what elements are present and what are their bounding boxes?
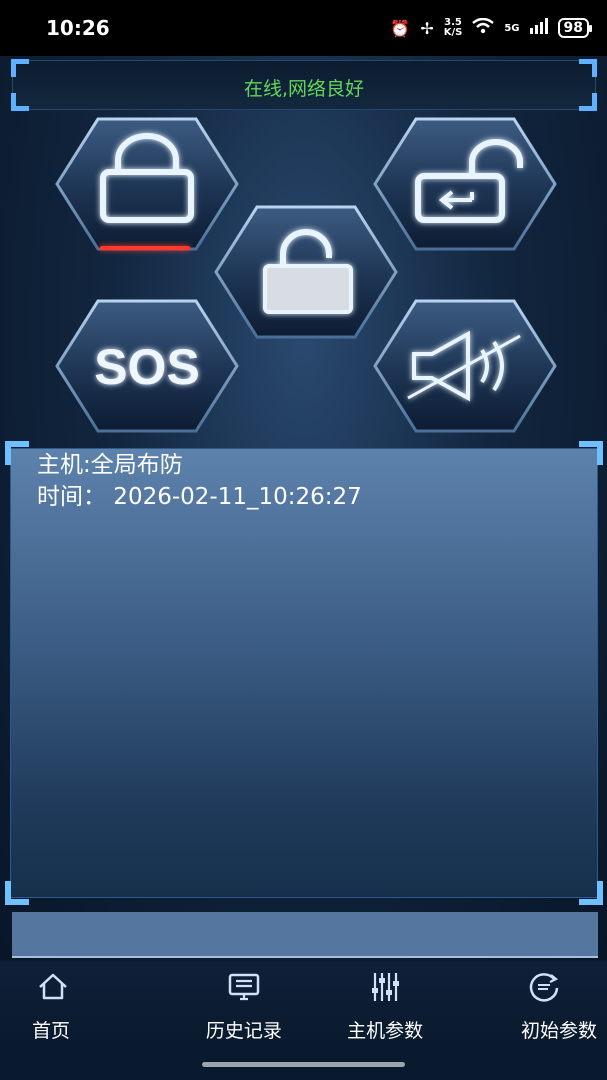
app-main: 在线,网络良好 SOS 主机:全局布防 时间： 2026-02-11_10:26…	[0, 56, 607, 960]
nav-host-params-label: 主机参数	[347, 1020, 424, 1042]
message-bar	[12, 912, 598, 958]
panel-corner	[5, 881, 29, 905]
reset-icon	[529, 973, 559, 1002]
sliders-icon	[372, 973, 400, 1001]
network-speed-unit: K/S	[443, 27, 463, 38]
nav-history[interactable]: 历史记录	[173, 962, 314, 1046]
status-bar: 10:26 ⏰ ✢ 3.5 K/S 5G 98	[0, 0, 607, 56]
status-time-text: 时间： 2026-02-11_10:26:27	[37, 484, 362, 510]
nav-history-label: 历史记录	[205, 1020, 282, 1042]
nav-home-label: 首页	[32, 1020, 71, 1042]
wifi-icon	[472, 17, 495, 38]
signal-icon	[529, 18, 548, 38]
armed-indicator	[100, 246, 190, 250]
status-info-panel: 主机:全局布防 时间： 2026-02-11_10:26:27	[5, 441, 603, 905]
home-indicator[interactable]	[202, 1062, 405, 1067]
panel-corner	[5, 441, 29, 465]
network-type: 5G	[504, 22, 520, 34]
nav-home[interactable]: 首页	[0, 962, 173, 1046]
sos-label: SOS	[94, 339, 200, 395]
connection-status-frame: 在线,网络良好	[11, 59, 597, 111]
network-speed: 3.5 K/S	[444, 18, 463, 38]
alarm-clock-icon: ⏰	[390, 18, 411, 38]
nav-host-params[interactable]: 主机参数	[315, 962, 456, 1046]
host-status-text: 主机:全局布防	[37, 452, 183, 478]
bottom-nav: 首页 历史记录 主机参数 初始参数	[0, 962, 607, 1046]
panel-corner	[579, 881, 603, 905]
battery-indicator: 98	[557, 18, 593, 38]
sos-button[interactable]: SOS	[54, 298, 240, 434]
mute-button[interactable]	[372, 298, 558, 434]
status-icons: ⏰ ✢ 3.5 K/S 5G 98	[390, 17, 593, 38]
clock: 10:26	[46, 16, 110, 40]
nav-initial-params-label: 初始参数	[520, 1020, 597, 1042]
home-arm-button[interactable]	[372, 116, 558, 252]
monitor-icon	[228, 973, 260, 1001]
nav-initial-params[interactable]: 初始参数	[456, 962, 607, 1046]
fan-icon: ✢	[420, 18, 434, 38]
gesture-area	[0, 1046, 607, 1080]
panel-corner	[579, 441, 603, 465]
connection-status-text: 在线,网络良好	[243, 78, 365, 100]
home-icon	[39, 973, 67, 1000]
